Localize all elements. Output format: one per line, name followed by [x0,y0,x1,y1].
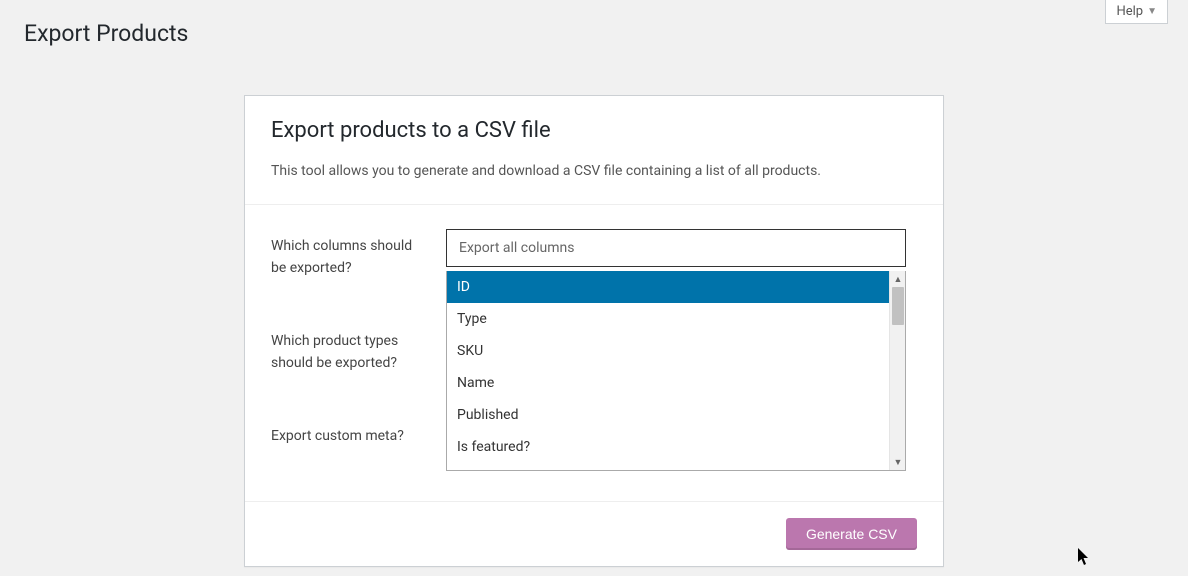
dropdown-option-published[interactable]: Published [447,399,889,431]
panel-title: Export products to a CSV file [271,118,917,143]
columns-select[interactable]: Export all columns [446,229,906,267]
columns-label: Which columns should be exported? [271,229,446,280]
cursor-icon [1078,548,1090,570]
scroll-up-icon[interactable]: ▲ [890,271,906,287]
panel-body: Which columns should be exported? Export… [245,205,943,502]
columns-placeholder: Export all columns [459,240,574,256]
help-button[interactable]: Help ▼ [1105,0,1168,24]
dropdown-option-sku[interactable]: SKU [447,335,889,367]
columns-dropdown: ID Type SKU Name Published Is featured? … [446,271,906,471]
dropdown-option-name[interactable]: Name [447,367,889,399]
types-label: Which product types should be exported? [271,324,446,375]
dropdown-option-type[interactable]: Type [447,303,889,335]
dropdown-list: ID Type SKU Name Published Is featured? [447,271,889,470]
scrollbar-thumb[interactable] [892,287,904,325]
panel-description: This tool allows you to generate and dow… [271,161,917,182]
chevron-down-icon: ▼ [1147,6,1157,17]
dropdown-option-id[interactable]: ID [447,271,889,303]
generate-csv-button[interactable]: Generate CSV [786,518,917,550]
panel-header: Export products to a CSV file This tool … [245,96,943,205]
dropdown-scrollbar[interactable]: ▲ ▼ [889,271,905,470]
help-label: Help [1116,4,1143,19]
meta-label: Export custom meta? [271,419,446,447]
panel-footer: Generate CSV [245,502,943,566]
dropdown-option-isfeatured[interactable]: Is featured? [447,431,889,463]
scroll-down-icon[interactable]: ▼ [890,454,906,470]
page-title: Export Products [0,0,1188,47]
export-panel: Export products to a CSV file This tool … [244,95,944,567]
